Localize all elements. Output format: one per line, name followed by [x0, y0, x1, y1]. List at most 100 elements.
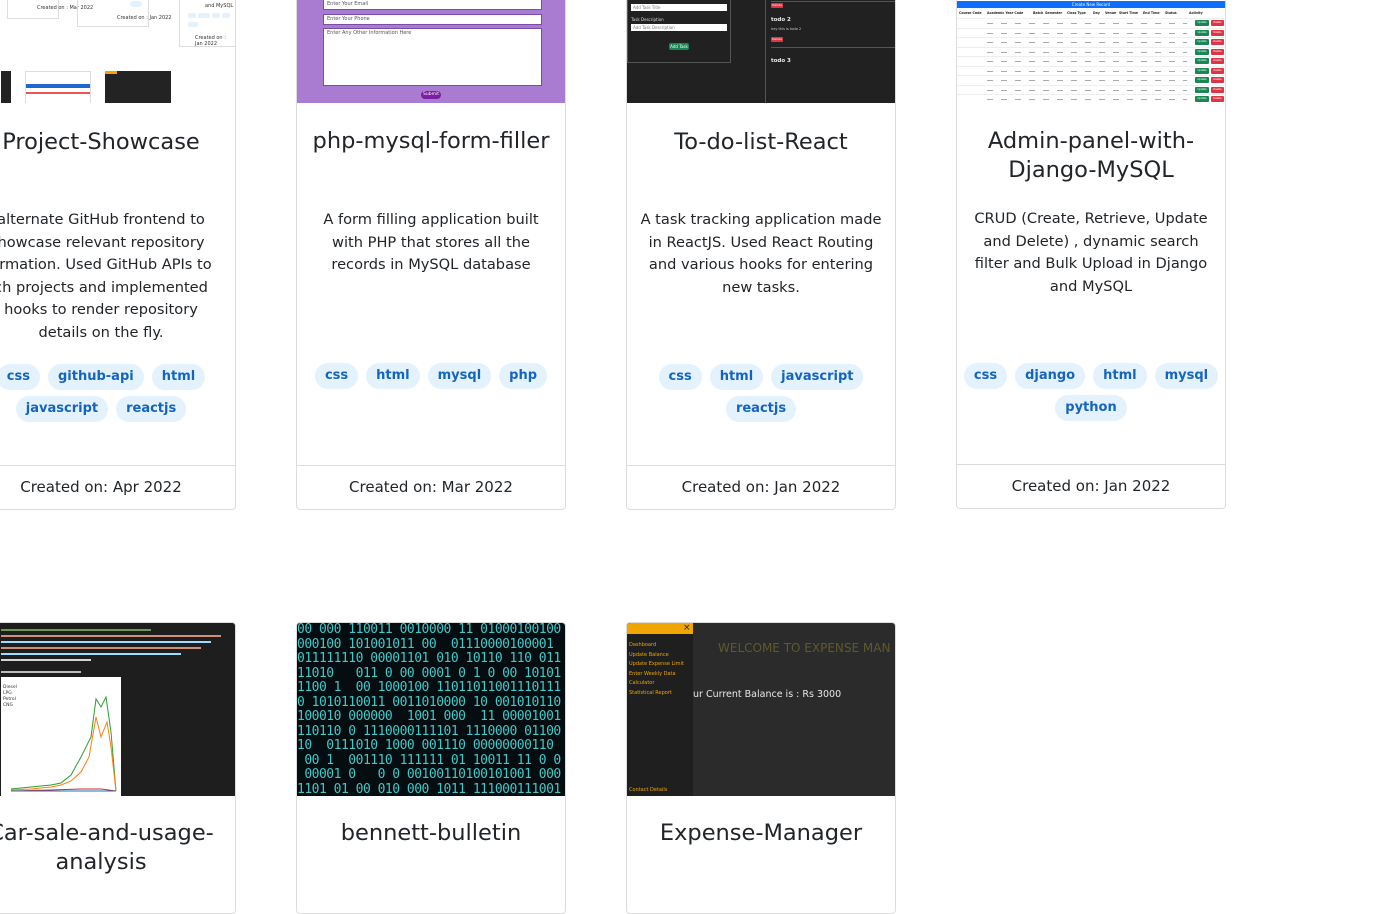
row-cells — [987, 80, 1187, 81]
email-field: Enter Your Email — [323, 0, 542, 10]
task-desc-field: Add Task Description — [631, 24, 727, 31]
title-line: Django-MySQL — [1008, 157, 1174, 183]
project-title[interactable]: Project-Showcase — [0, 128, 235, 157]
delete-button: Delete — [771, 3, 783, 8]
project-thumbnail[interactable]: Create New Record Course Code Academic Y… — [957, 0, 1225, 103]
tag-css[interactable]: css — [0, 364, 40, 390]
table-header: Class Type — [1067, 11, 1086, 15]
project-description: A task tracking application made in Reac… — [635, 209, 887, 299]
tag-javascript[interactable]: javascript — [771, 364, 864, 390]
thumb-created-c: Created on : Jan 2022 — [195, 35, 226, 47]
contact-details: Contact Details — [629, 787, 668, 793]
project-thumbnail[interactable]: Created on : Mar 2022 Created on : Jan 2… — [0, 0, 235, 103]
row-cells — [987, 99, 1187, 100]
title-line: analysis — [55, 849, 147, 875]
table-header: Start Time — [1119, 11, 1138, 15]
description-line: and various hooks for entering — [648, 256, 874, 274]
project-thumbnail[interactable]: × Dashboard Update Balance Update Expens… — [627, 623, 895, 796]
project-card: 00 000 110011 0010000 11 01000100100 000… — [296, 622, 566, 914]
description-line: ormation. Used GitHub APIs to — [0, 256, 212, 274]
tag-reactjs[interactable]: reactjs — [725, 396, 797, 422]
table-row: Update Delete — [957, 27, 1225, 38]
description-line: details on the fly. — [38, 323, 164, 341]
project-description: alternate GitHub frontend to howcase rel… — [0, 209, 227, 345]
project-thumbnail[interactable]: Add Task Title Task Description Add Task… — [627, 0, 895, 103]
tag-html[interactable]: html — [1093, 363, 1147, 389]
delete-button: Delete — [1211, 39, 1224, 45]
table-row: Update Delete — [957, 46, 1225, 57]
todo-2-desc: hey this is todo 2 — [771, 27, 802, 31]
project-card: × Dashboard Update Balance Update Expens… — [626, 622, 896, 914]
table-row: Update Delete — [957, 94, 1225, 103]
title-line: Admin-panel-with- — [987, 128, 1195, 154]
update-button: Update — [1195, 48, 1209, 55]
description-line: and MySQL — [1049, 277, 1133, 295]
legend-item: CNG — [3, 703, 13, 708]
project-title[interactable]: Admin-panel-with- Django-MySQL — [957, 127, 1225, 185]
tag-html[interactable]: html — [709, 364, 764, 390]
tag-list: css django html mysql python — [963, 363, 1219, 421]
tag-css[interactable]: css — [314, 363, 359, 389]
tag-css[interactable]: css — [658, 364, 702, 390]
table-header: Course Code — [959, 11, 982, 15]
project-card: Diesel LPG Petrol CNG Car-sale-and-usage… — [0, 622, 236, 914]
welcome-heading: WELCOME TO EXPENSE MAN — [718, 641, 891, 655]
tag-css[interactable]: css — [963, 363, 1008, 389]
delete-button: Delete — [1211, 20, 1224, 26]
table-row: Update Delete — [957, 65, 1225, 76]
project-title[interactable]: bennett-bulletin — [297, 819, 565, 848]
task-desc-label: Task Description — [631, 17, 664, 22]
table-header: End Time — [1143, 11, 1160, 15]
update-button: Update — [1195, 39, 1209, 45]
description-line: new tasks. — [722, 278, 800, 296]
menu-item: Calculator — [629, 680, 655, 686]
create-record-button: Create New Record — [957, 1, 1225, 8]
description-line: with PHP that stores all the — [332, 233, 530, 251]
tag-mysql[interactable]: mysql — [1154, 363, 1219, 389]
title-line: Car-sale-and-usage- — [0, 820, 214, 846]
line-chart — [10, 695, 117, 792]
delete-button: Delete — [1211, 96, 1224, 102]
project-title[interactable]: To-do-list-React — [627, 128, 895, 157]
row-cells — [987, 23, 1187, 24]
tag-reactjs[interactable]: reactjs — [116, 396, 187, 422]
project-title[interactable]: Expense-Manager — [627, 819, 895, 848]
project-title[interactable]: Car-sale-and-usage- analysis — [0, 819, 235, 877]
menu-item: Dashboard — [629, 642, 657, 648]
project-card: Enter Your Email Enter Your Phone Enter … — [296, 0, 566, 510]
project-thumbnail[interactable]: Enter Your Email Enter Your Phone Enter … — [297, 0, 565, 103]
tag-html[interactable]: html — [151, 364, 206, 390]
tag-javascript[interactable]: javascript — [15, 396, 109, 422]
tag-github-api[interactable]: github-api — [47, 364, 144, 390]
tag-list: css github-api html javascript reactjs — [0, 364, 229, 422]
description-line: A form filling application built — [323, 211, 539, 228]
table-header: Day — [1093, 11, 1100, 15]
todo-3: todo 3 — [771, 58, 791, 64]
admin-table: Course Code Academic Year Code Batch Sem… — [957, 10, 1225, 103]
tag-html[interactable]: html — [366, 363, 420, 389]
table-row: Update Delete — [957, 75, 1225, 85]
project-thumbnail[interactable]: Diesel LPG Petrol CNG — [0, 623, 235, 796]
thumb-and-mysql: and MySQL — [205, 3, 234, 9]
binary-background: 00 000 110011 0010000 11 01000100100 000… — [297, 623, 561, 796]
other-info-field: Enter Any Other Information Here — [323, 28, 542, 86]
table-header: Academic Year Code — [987, 11, 1024, 15]
tag-python[interactable]: python — [1055, 395, 1127, 421]
tag-php[interactable]: php — [499, 363, 548, 389]
description-line: howcase relevant repository — [0, 233, 205, 251]
tag-mysql[interactable]: mysql — [427, 363, 492, 389]
row-cells — [987, 42, 1187, 43]
row-cells — [987, 89, 1187, 91]
table-row: Update Delete — [957, 56, 1225, 66]
project-thumbnail[interactable]: 00 000 110011 0010000 11 01000100100 000… — [297, 623, 565, 796]
table-header: Status — [1165, 11, 1177, 15]
update-button: Update — [1195, 20, 1209, 26]
submit-button: Submit — [421, 91, 441, 99]
tag-django[interactable]: django — [1015, 363, 1086, 389]
menu-item: Update Expense Limit — [629, 661, 684, 667]
table-row: Update Delete — [957, 37, 1225, 47]
description-line: A task tracking application made — [640, 211, 882, 228]
update-button: Update — [1195, 58, 1209, 64]
delete-button: Delete — [1211, 48, 1224, 55]
project-title[interactable]: php-mysql-form-filler — [297, 127, 565, 156]
